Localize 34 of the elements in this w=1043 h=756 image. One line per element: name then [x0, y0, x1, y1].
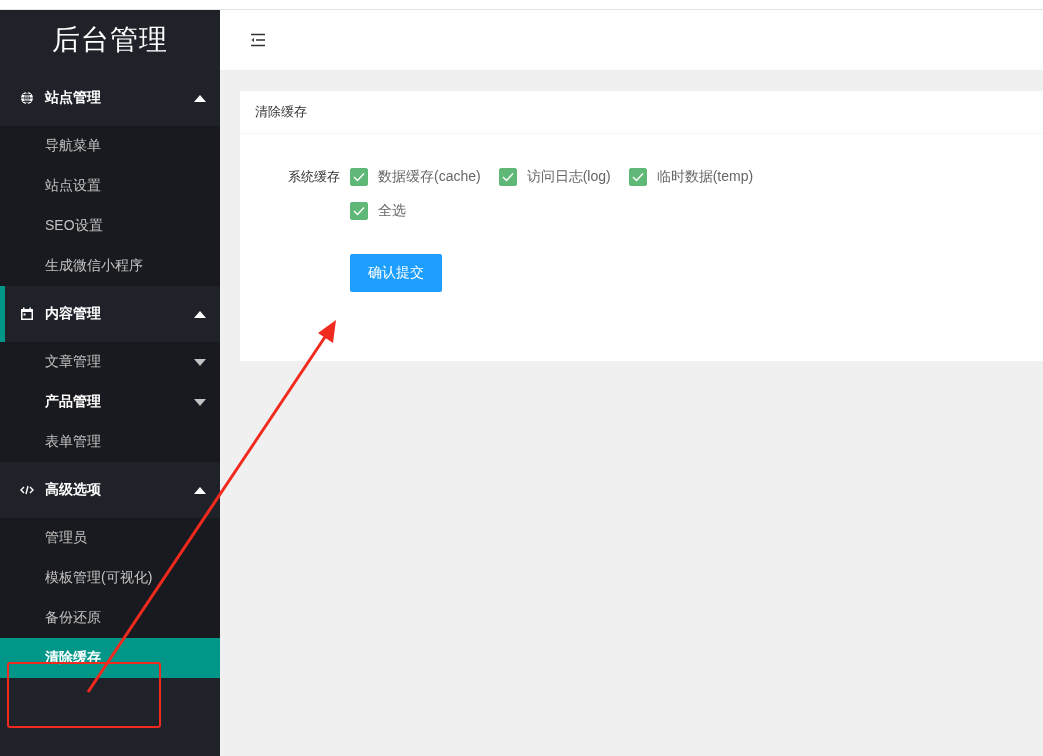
checkbox-label: 数据缓存(cache) — [378, 168, 481, 186]
sidebar-item[interactable]: 产品管理 — [0, 382, 220, 422]
globe-icon — [20, 91, 34, 105]
sidebar-item[interactable]: 生成微信小程序 — [0, 246, 220, 286]
checkbox[interactable]: 临时数据(temp) — [628, 168, 754, 186]
code-icon — [20, 483, 34, 497]
sidebar-item[interactable]: 站点设置 — [0, 166, 220, 206]
caret-up-icon — [194, 310, 206, 318]
checkbox-box[interactable] — [498, 168, 517, 186]
form-label: 系统缓存 — [288, 168, 340, 186]
sidebar-item[interactable]: 管理员 — [0, 518, 220, 558]
logo-text: 后台管理 — [51, 23, 169, 57]
menu-fold-icon[interactable] — [250, 33, 266, 47]
checkbox[interactable]: 数据缓存(cache) — [350, 168, 481, 186]
card-title: 清除缓存 — [240, 91, 1043, 134]
checkbox-box[interactable] — [350, 168, 368, 186]
sidebar-group-header[interactable]: 站点管理 — [0, 70, 220, 126]
checkbox[interactable]: 访问日志(log) — [498, 168, 611, 186]
checkbox-box[interactable] — [350, 202, 368, 220]
checkbox-box[interactable] — [628, 168, 647, 186]
checkbox-label: 临时数据(temp) — [656, 168, 754, 186]
sidebar-group-header[interactable]: 高级选项 — [0, 462, 220, 518]
sidebar-item[interactable]: 表单管理 — [0, 422, 220, 462]
sidebar-item[interactable]: 导航菜单 — [0, 126, 220, 166]
sidebar-item[interactable]: SEO设置 — [0, 206, 220, 246]
sidebar-item[interactable]: 文章管理 — [0, 342, 220, 382]
checkbox[interactable]: 全选 — [350, 202, 406, 220]
checkbox-label: 访问日志(log) — [526, 168, 611, 186]
checkbox-label: 全选 — [378, 202, 406, 220]
sidebar-item[interactable]: 备份还原 — [0, 598, 220, 638]
sidebar-item[interactable]: 模板管理(可视化) — [0, 558, 220, 598]
caret-up-icon — [194, 94, 206, 102]
caret-up-icon — [194, 486, 206, 494]
calendar-icon — [20, 307, 34, 321]
